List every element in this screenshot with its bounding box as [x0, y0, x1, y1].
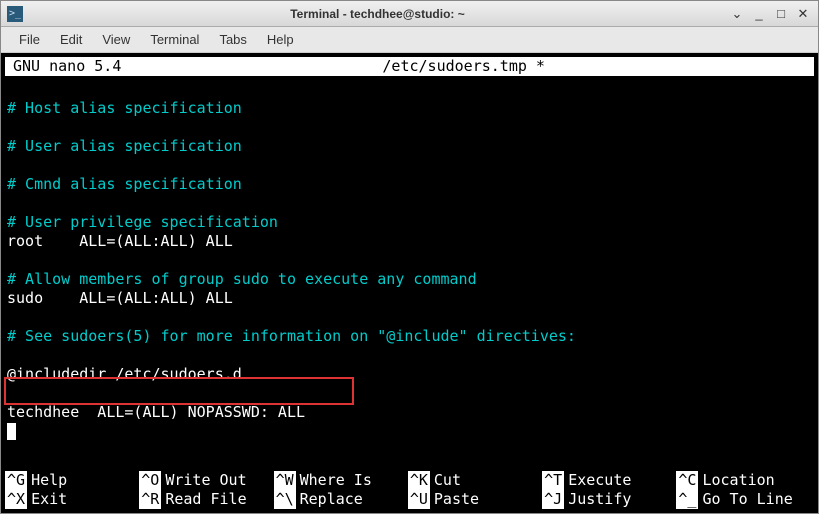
shortcut-label: Location — [702, 471, 774, 490]
nano-header: GNU nano 5.4 /etc/sudoers.tmp * — [5, 57, 814, 76]
shortcut-key: ^T — [542, 471, 564, 490]
comment-line: # See sudoers(5) for more information on… — [7, 327, 576, 345]
config-line: root ALL=(ALL:ALL) ALL — [7, 232, 233, 250]
shortcut-key: ^J — [542, 490, 564, 509]
shortcut-execute: ^TExecute — [542, 471, 676, 490]
comment-line: # Cmnd alias specification — [7, 175, 242, 193]
shortcut-justify: ^JJustify — [542, 490, 676, 509]
nano-filename: /etc/sudoers.tmp * — [121, 57, 806, 76]
shortcut-key: ^K — [408, 471, 430, 490]
comment-line: # Allow members of group sudo to execute… — [7, 270, 477, 288]
shortcut-key: ^O — [139, 471, 161, 490]
shortcut-key: ^X — [5, 490, 27, 509]
shortcut-whereis: ^WWhere Is — [274, 471, 408, 490]
shortcut-key: ^U — [408, 490, 430, 509]
dropdown-button[interactable]: ⌄ — [728, 5, 746, 23]
shortcut-key: ^\ — [274, 490, 296, 509]
close-button[interactable]: ✕ — [794, 5, 812, 23]
shortcut-paste: ^UPaste — [408, 490, 542, 509]
shortcut-label: Execute — [568, 471, 631, 490]
shortcut-label: Go To Line — [702, 490, 792, 509]
comment-line: # User alias specification — [7, 137, 242, 155]
shortcut-row-1: ^GHelp ^OWrite Out ^WWhere Is ^KCut ^TEx… — [5, 471, 814, 490]
shortcut-label: Cut — [434, 471, 461, 490]
shortcut-row-2: ^XExit ^RRead File ^\Replace ^UPaste ^JJ… — [5, 490, 814, 509]
config-line: @includedir /etc/sudoers.d — [7, 365, 242, 383]
maximize-button[interactable]: □ — [772, 5, 790, 23]
shortcut-label: Write Out — [165, 471, 246, 490]
menu-help[interactable]: Help — [257, 29, 304, 50]
shortcut-cut: ^KCut — [408, 471, 542, 490]
shortcut-key: ^_ — [676, 490, 698, 509]
nano-shortcuts: ^GHelp ^OWrite Out ^WWhere Is ^KCut ^TEx… — [5, 471, 814, 509]
shortcut-key: ^R — [139, 490, 161, 509]
config-line: sudo ALL=(ALL:ALL) ALL — [7, 289, 233, 307]
comment-line: # User privilege specification — [7, 213, 278, 231]
titlebar: >_ Terminal - techdhee@studio: ~ ⌄ _ □ ✕ — [1, 1, 818, 27]
shortcut-label: Where Is — [300, 471, 372, 490]
shortcut-key: ^W — [274, 471, 296, 490]
shortcut-label: Help — [31, 471, 67, 490]
shortcut-writeout: ^OWrite Out — [139, 471, 273, 490]
menu-tabs[interactable]: Tabs — [209, 29, 256, 50]
shortcut-key: ^C — [676, 471, 698, 490]
shortcut-key: ^G — [5, 471, 27, 490]
shortcut-label: Read File — [165, 490, 246, 509]
comment-line: # Host alias specification — [7, 99, 242, 117]
shortcut-readfile: ^RRead File — [139, 490, 273, 509]
window-title: Terminal - techdhee@studio: ~ — [31, 7, 724, 21]
nano-version: GNU nano 5.4 — [13, 57, 121, 76]
terminal-window: >_ Terminal - techdhee@studio: ~ ⌄ _ □ ✕… — [0, 0, 819, 514]
menu-view[interactable]: View — [92, 29, 140, 50]
shortcut-label: Paste — [434, 490, 479, 509]
shortcut-exit: ^XExit — [5, 490, 139, 509]
menu-edit[interactable]: Edit — [50, 29, 92, 50]
shortcut-label: Justify — [568, 490, 631, 509]
shortcut-gotoline: ^_Go To Line — [676, 490, 810, 509]
shortcut-replace: ^\Replace — [274, 490, 408, 509]
shortcut-help: ^GHelp — [5, 471, 139, 490]
shortcut-label: Exit — [31, 490, 67, 509]
terminal-area[interactable]: GNU nano 5.4 /etc/sudoers.tmp * # Host a… — [1, 53, 818, 513]
minimize-button[interactable]: _ — [750, 5, 768, 23]
editor-content[interactable]: # Host alias specification # User alias … — [5, 76, 814, 441]
config-line-highlighted: techdhee ALL=(ALL) NOPASSWD: ALL — [7, 403, 305, 421]
menu-terminal[interactable]: Terminal — [140, 29, 209, 50]
cursor — [7, 423, 16, 440]
shortcut-label: Replace — [300, 490, 363, 509]
shortcut-location: ^CLocation — [676, 471, 810, 490]
terminal-icon: >_ — [7, 6, 23, 22]
menu-file[interactable]: File — [9, 29, 50, 50]
menubar: File Edit View Terminal Tabs Help — [1, 27, 818, 53]
